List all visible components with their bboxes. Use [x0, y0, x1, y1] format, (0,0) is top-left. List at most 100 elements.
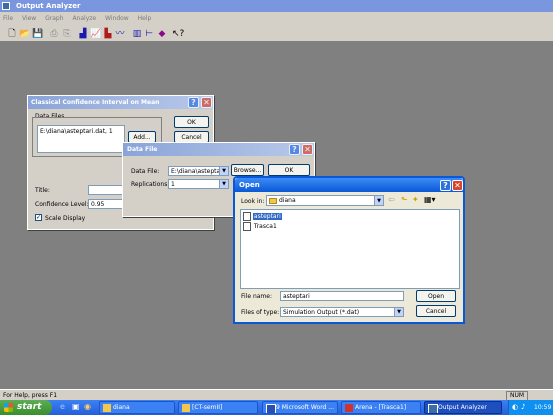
plot-icon[interactable]: 📈: [90, 28, 102, 40]
windows-logo-icon: [4, 403, 13, 412]
menu-view[interactable]: View: [22, 15, 36, 22]
batch-means-icon[interactable]: ▥: [131, 28, 143, 40]
close-icon[interactable]: ✕: [302, 144, 313, 155]
taskbar-item-label: diana: [113, 404, 130, 411]
bar-chart-icon[interactable]: ▙: [102, 28, 114, 40]
chevron-down-icon[interactable]: ▼: [374, 196, 383, 205]
word-icon: [266, 404, 276, 413]
help-icon[interactable]: ?: [289, 144, 300, 155]
context-help-icon[interactable]: ↖?: [172, 28, 184, 40]
files-of-type-label: Files of type:: [241, 309, 280, 316]
look-in-combo[interactable]: diana ▼: [266, 195, 384, 206]
menu-graph[interactable]: Graph: [45, 15, 63, 22]
taskbar-item-label: Output Analyzer: [438, 404, 487, 411]
print-preview-icon[interactable]: ⎘: [61, 28, 73, 40]
tray-icon[interactable]: ◐: [512, 403, 518, 411]
ci-ok-button[interactable]: OK: [174, 116, 209, 128]
help-icon[interactable]: ?: [440, 180, 451, 191]
app-title: Output Analyzer: [16, 2, 81, 10]
taskbar-item-label: [CT-semII]: [192, 404, 223, 411]
app-title-bar: Output Analyzer: [0, 0, 553, 12]
moving-average-icon[interactable]: 〰: [114, 28, 126, 40]
chevron-down-icon[interactable]: ▼: [219, 180, 228, 188]
confidence-level-input[interactable]: 0.95: [88, 199, 124, 209]
data-file-dialog-title: Data File: [127, 146, 158, 153]
data-file-value: E:\diana\asteptari: [171, 168, 225, 175]
menu-file[interactable]: File: [3, 15, 13, 22]
status-bar: For Help, press F1 NUM: [0, 389, 553, 401]
start-button[interactable]: start: [0, 400, 52, 415]
data-files-item[interactable]: E:\diana\asteptari.dat, 1: [40, 128, 113, 135]
ci-dialog-title: Classical Confidence Interval on Mean: [31, 99, 160, 106]
interval-icon[interactable]: ◆: [156, 28, 168, 40]
scale-display-label: Scale Display: [45, 215, 86, 222]
file-item-asteptari[interactable]: asteptari: [243, 212, 282, 221]
file-name: asteptari: [252, 213, 282, 220]
file-icon: [243, 222, 251, 231]
title-label: Title:: [35, 187, 50, 194]
close-icon[interactable]: ✕: [452, 180, 463, 191]
replications-label: Replications:: [131, 181, 170, 188]
file-list[interactable]: asteptari Trasca1: [240, 209, 460, 289]
taskbar-item-label: Arena - [Trasca1]: [355, 404, 407, 411]
scale-display-checkbox[interactable]: ✓: [35, 214, 42, 221]
status-text: For Help, press F1: [3, 392, 58, 399]
title-input[interactable]: [88, 185, 124, 195]
menu-bar: File View Graph Analyze Window Help: [0, 12, 553, 24]
open-icon[interactable]: 📂: [19, 28, 31, 40]
taskbar-item-ct-semii[interactable]: [CT-semII]: [178, 401, 258, 414]
data-file-ok-button[interactable]: OK: [268, 164, 310, 176]
output-analyzer-icon: [428, 404, 438, 413]
up-folder-icon[interactable]: ⬑: [401, 195, 408, 204]
taskbar-item-label: 9 Microsoft Word ...: [276, 404, 334, 411]
system-tray: ◐ ♪ 10:59: [508, 400, 553, 415]
save-icon[interactable]: 💾: [32, 28, 44, 40]
quick-launch-desktop-icon[interactable]: ▣: [72, 402, 80, 411]
data-file-label: Data File:: [131, 168, 160, 175]
quick-launch-media-icon[interactable]: ◉: [84, 402, 91, 411]
help-icon[interactable]: ?: [188, 97, 199, 108]
correlogram-icon[interactable]: ⊢: [143, 28, 155, 40]
histogram-icon[interactable]: ▟: [77, 28, 89, 40]
tray-icon[interactable]: ♪: [521, 403, 525, 411]
app-icon: [2, 2, 10, 10]
look-in-value: diana: [279, 197, 296, 204]
menu-analyze[interactable]: Analyze: [72, 15, 96, 22]
close-icon[interactable]: ✕: [201, 97, 212, 108]
look-in-label: Look in:: [241, 198, 265, 205]
back-icon[interactable]: ⇦: [388, 195, 395, 204]
menu-help[interactable]: Help: [138, 15, 152, 22]
quick-launch-ie-icon[interactable]: e: [60, 402, 65, 411]
data-file-dialog-title-bar: Data File ? ✕: [123, 143, 314, 156]
taskbar-item-diana[interactable]: diana: [99, 401, 175, 414]
start-label: start: [17, 402, 42, 412]
folder-icon: [182, 404, 190, 412]
file-name: Trasca1: [253, 223, 277, 230]
data-files-list[interactable]: E:\diana\asteptari.dat, 1: [37, 125, 125, 153]
view-menu-icon[interactable]: ▦▾: [424, 195, 436, 204]
chevron-down-icon[interactable]: ▼: [219, 167, 228, 175]
open-dialog-title-bar: Open ? ✕: [235, 178, 463, 192]
open-button[interactable]: Open: [416, 290, 456, 302]
new-icon[interactable]: 🗋: [6, 28, 18, 40]
print-icon[interactable]: ⎙: [48, 28, 60, 40]
clock: 10:59: [534, 404, 552, 411]
open-cancel-button[interactable]: Cancel: [416, 305, 456, 317]
file-name-label: File name:: [241, 293, 272, 300]
new-folder-icon[interactable]: ✦: [412, 195, 419, 204]
file-item-trasca1[interactable]: Trasca1: [243, 222, 278, 231]
chevron-down-icon[interactable]: ▼: [394, 308, 403, 316]
taskbar-item-output-analyzer[interactable]: Output Analyzer: [424, 401, 502, 414]
browse-button[interactable]: Browse...: [231, 164, 264, 176]
file-name-input[interactable]: asteptari: [280, 291, 404, 301]
replications-combo[interactable]: 1 ▼: [168, 179, 229, 189]
files-of-type-combo[interactable]: Simulation Output (*.dat) ▼: [280, 307, 404, 317]
files-of-type-value: Simulation Output (*.dat): [283, 309, 360, 316]
data-file-combo[interactable]: E:\diana\asteptari ▼: [168, 166, 229, 176]
taskbar-item-word[interactable]: 9 Microsoft Word ...: [262, 401, 338, 414]
folder-icon: [103, 404, 111, 412]
arena-icon: [345, 404, 353, 412]
ci-dialog-title-bar: Classical Confidence Interval on Mean ? …: [28, 96, 213, 109]
taskbar-item-arena[interactable]: Arena - [Trasca1]: [341, 401, 421, 414]
menu-window[interactable]: Window: [105, 15, 129, 22]
